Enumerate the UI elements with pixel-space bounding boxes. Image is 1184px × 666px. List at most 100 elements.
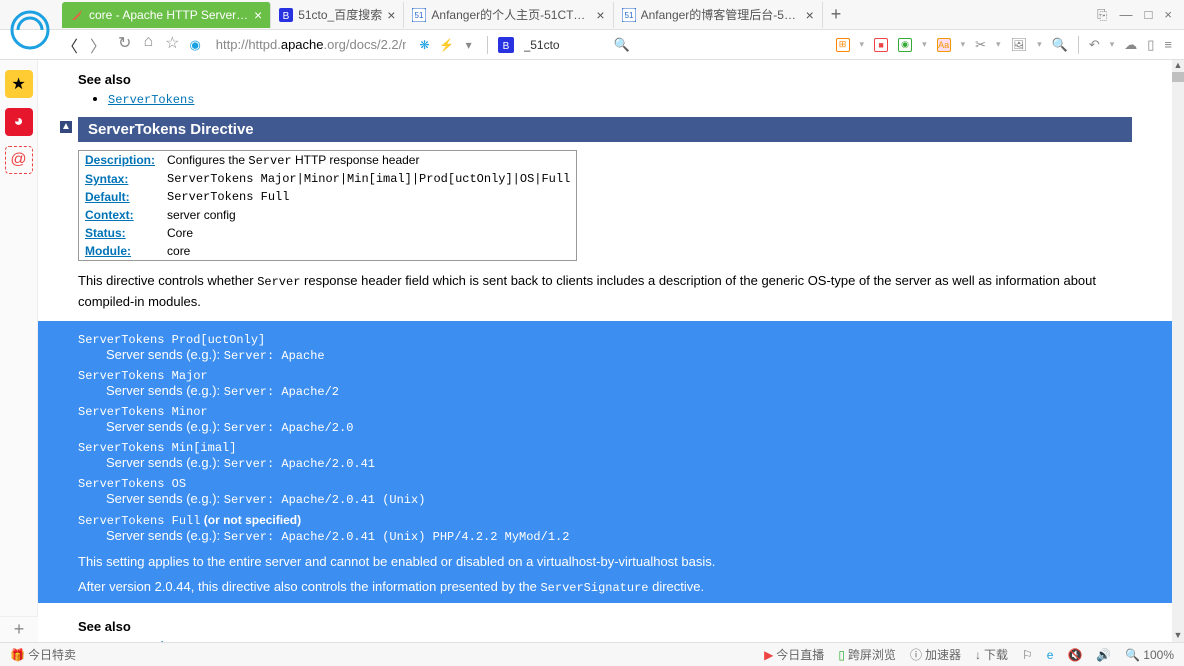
mobile-icon[interactable]: ▯ xyxy=(1147,37,1154,53)
globe-icon: ◉ xyxy=(189,37,200,53)
close-icon[interactable]: × xyxy=(254,7,262,23)
row-val: ServerTokens Major|Minor|Min[imal]|Prod[… xyxy=(161,170,577,188)
note-text: This setting applies to the entire serve… xyxy=(78,554,1144,569)
download-icon: ↓ xyxy=(975,648,981,662)
window-close-icon[interactable]: × xyxy=(1164,7,1172,23)
gift-icon: 🎁 xyxy=(10,648,25,662)
variant-dt: ServerTokens Major xyxy=(78,369,1144,383)
email-icon[interactable]: @ xyxy=(5,146,33,174)
mobile-icon: ▯ xyxy=(838,648,845,662)
baidu-icon: B xyxy=(279,8,293,22)
directive-table: Description: Configures the Server HTTP … xyxy=(78,150,577,261)
tab-add-button[interactable]: + xyxy=(823,4,850,25)
url-host: apache xyxy=(281,37,324,52)
baidu-search-icon: B xyxy=(498,37,514,53)
row-val: server config xyxy=(161,206,577,224)
square-icon[interactable]: ■ xyxy=(874,38,888,52)
mute-icon[interactable]: 🔇 xyxy=(1067,648,1082,662)
weibo-icon[interactable]: ◕ xyxy=(5,108,33,136)
undock-icon[interactable]: ⎘ xyxy=(1097,7,1107,23)
row-key[interactable]: Syntax: xyxy=(79,170,162,188)
favorites-icon[interactable]: ★ xyxy=(5,70,33,98)
bottom-item[interactable]: ⓘ加速器 xyxy=(910,646,961,663)
row-key[interactable]: Context: xyxy=(79,206,162,224)
scroll-down-icon[interactable]: ▼ xyxy=(1172,630,1184,642)
top-link-icon[interactable]: ▲ xyxy=(60,121,72,133)
variant-dt: ServerTokens Prod[uctOnly] xyxy=(78,333,1144,347)
image-icon[interactable]: 🖼 xyxy=(1011,37,1028,53)
forward-icon[interactable]: 〉 xyxy=(90,33,106,57)
row-val: HTTP response header xyxy=(292,153,420,167)
directive-heading: ServerTokens Directive xyxy=(78,117,1132,142)
tab-label: core - Apache HTTP Server Ver xyxy=(89,8,249,22)
close-icon[interactable]: × xyxy=(596,7,604,23)
svg-text:51: 51 xyxy=(415,11,424,20)
rocket-icon: ⓘ xyxy=(910,646,922,663)
reload-icon[interactable]: ↻ xyxy=(118,33,131,57)
url-input[interactable]: http://httpd.apache.org/docs/2.2/mod/cor… xyxy=(211,34,407,56)
variant-dd: Server sends (e.g.): Server: Apache/2.0 xyxy=(106,419,1144,435)
sound-icon[interactable]: 🔊 xyxy=(1096,648,1111,662)
zoom-icon[interactable]: 🔍 xyxy=(1052,37,1068,53)
see-also-link[interactable]: ServerTokens xyxy=(108,93,194,107)
variant-dd: Server sends (e.g.): Server: Apache/2.0.… xyxy=(106,491,1144,507)
compat-icon[interactable]: ❋ xyxy=(417,37,433,53)
dropdown-icon[interactable]: ▾ xyxy=(461,37,477,53)
tab-2[interactable]: 51 Anfanger的个人主页-51CTO技术 × xyxy=(404,2,613,28)
zoom-icon: 🔍 xyxy=(1125,648,1140,662)
bottom-item[interactable]: ▯跨屏浏览 xyxy=(838,646,896,663)
row-val: ServerTokens Full xyxy=(161,188,577,206)
maximize-icon[interactable]: □ xyxy=(1145,7,1153,23)
scroll-up-icon[interactable]: ▲ xyxy=(1172,60,1184,72)
row-key[interactable]: Status: xyxy=(79,224,162,242)
shield-icon[interactable]: ◉ xyxy=(898,38,912,52)
bottom-left-item[interactable]: 🎁今日特卖 xyxy=(10,646,76,663)
grid-icon[interactable]: ⊞ xyxy=(836,38,850,52)
highlighted-selection: ServerTokens Prod[uctOnly]Server sends (… xyxy=(38,321,1172,603)
row-val: Configures the xyxy=(167,153,248,167)
cto-icon: 51 xyxy=(412,8,426,22)
variant-dt: ServerTokens Min[imal] xyxy=(78,441,1144,455)
add-sidebar-icon[interactable]: + xyxy=(0,616,38,642)
tab-3[interactable]: 51 Anfanger的博客管理后台-51CTO × xyxy=(614,2,823,28)
row-key[interactable]: Description: xyxy=(79,151,162,171)
row-code: Server xyxy=(248,154,291,168)
flash-icon[interactable]: ⚡ xyxy=(439,37,455,53)
undo-icon[interactable]: ↶ xyxy=(1089,37,1100,53)
svg-text:B: B xyxy=(283,11,290,22)
browser-logo-icon xyxy=(10,10,50,50)
row-key[interactable]: Module: xyxy=(79,242,162,261)
aa-icon[interactable]: Aa xyxy=(937,38,951,52)
feather-icon xyxy=(70,8,84,22)
play-icon: ▶ xyxy=(764,648,773,662)
row-key[interactable]: Default: xyxy=(79,188,162,206)
tab-0[interactable]: core - Apache HTTP Server Ver × xyxy=(62,2,271,28)
variant-dt: ServerTokens OS xyxy=(78,477,1144,491)
ie-icon[interactable]: e xyxy=(1047,648,1054,662)
bottom-item[interactable]: ▶今日直播 xyxy=(764,646,824,663)
zoom-level[interactable]: 🔍100% xyxy=(1125,648,1174,662)
home-icon[interactable]: ⌂ xyxy=(143,33,153,57)
scrollbar[interactable]: ▲ ▼ xyxy=(1172,60,1184,642)
tab-1[interactable]: B 51cto_百度搜索 × xyxy=(271,2,404,28)
search-icon[interactable]: 🔍 xyxy=(614,37,630,53)
row-val: core xyxy=(161,242,577,261)
capture-icon[interactable]: ✂ xyxy=(975,37,986,53)
note-text: After version 2.0.44, this directive als… xyxy=(78,579,1144,595)
scrollbar-thumb[interactable] xyxy=(1172,72,1184,82)
back-icon[interactable]: 〈 xyxy=(62,33,78,57)
bottom-item[interactable]: ↓下载 xyxy=(975,646,1008,663)
variant-dd: Server sends (e.g.): Server: Apache/2.0.… xyxy=(106,455,1144,471)
search-input[interactable] xyxy=(524,35,604,55)
see-also-heading: See also xyxy=(78,72,1132,87)
menu-icon[interactable]: ≡ xyxy=(1164,37,1172,52)
minimize-icon[interactable]: ― xyxy=(1120,7,1133,23)
close-icon[interactable]: × xyxy=(806,7,814,23)
flag-icon[interactable]: ⚐ xyxy=(1022,648,1033,662)
variant-dd: Server sends (e.g.): Server: Apache xyxy=(106,347,1144,363)
cloud-icon[interactable]: ☁ xyxy=(1124,37,1137,53)
star-icon[interactable]: ☆ xyxy=(165,33,179,57)
url-text: .org/docs/2.2/mod/core.html#ser xyxy=(324,37,407,52)
close-icon[interactable]: × xyxy=(387,7,395,23)
variant-dd: Server sends (e.g.): Server: Apache/2.0.… xyxy=(106,528,1144,544)
